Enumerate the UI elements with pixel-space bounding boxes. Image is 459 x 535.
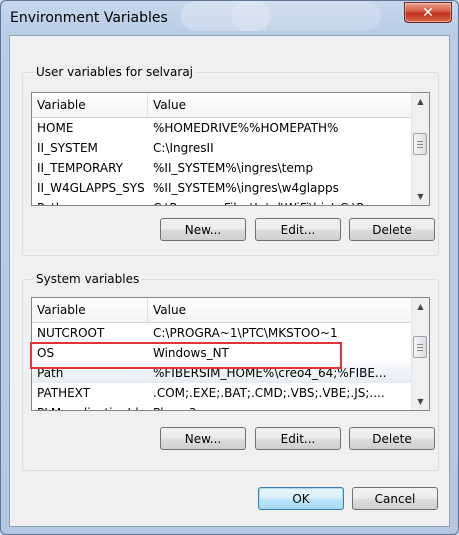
close-icon: ✕ (422, 4, 434, 21)
table-row[interactable]: NUTCROOT C:\PROGRA~1\PTC\MKSTOO~1 (32, 323, 412, 343)
system-edit-button[interactable]: Edit... (255, 427, 341, 450)
value-cell: %II_SYSTEM%\ingres\w4glapps (153, 181, 339, 195)
user-delete-button[interactable]: Delete (349, 218, 435, 241)
user-variables-label: User variables for selvaraj (33, 65, 197, 79)
title-bar[interactable]: Environment Variables ✕ (1, 1, 458, 35)
variable-cell: II_SYSTEM (37, 141, 98, 155)
value-cell: .COM;.EXE;.BAT;.CMD;.VBS;.VBE;.JS;.... (153, 386, 385, 400)
user-list-rows: HOME %HOMEDRIVE%%HOMEPATH% II_SYSTEM C:\… (32, 118, 412, 205)
value-cell: C:\IngresII (153, 141, 214, 155)
path-row-highlight (30, 342, 342, 369)
variable-cell: II_TEMPORARY (37, 161, 123, 175)
scroll-up-icon[interactable]: ▲ (412, 298, 429, 315)
variable-cell: PATHEXT (37, 386, 91, 400)
system-list-scrollbar[interactable]: ▲ ▼ (411, 298, 429, 410)
value-cell: %II_SYSTEM%\ingres\temp (153, 161, 314, 175)
scroll-down-icon[interactable]: ▼ (412, 393, 429, 410)
cancel-button[interactable]: Cancel (352, 487, 438, 510)
user-edit-button[interactable]: Edit... (255, 218, 341, 241)
user-list-header: Variable Value (32, 93, 412, 118)
system-variables-label: System variables (33, 272, 143, 286)
value-cell: C:\PROGRA~1\PTC\MKSTOO~1 (153, 326, 338, 340)
column-header-value[interactable]: Value (148, 298, 412, 322)
title-bar-reflection (231, 1, 381, 31)
table-row[interactable]: PATHEXT .COM;.EXE;.BAT;.CMD;.VBS;.VBE;.J… (32, 383, 412, 403)
scroll-down-icon[interactable]: ▼ (412, 188, 429, 205)
system-delete-button[interactable]: Delete (349, 427, 435, 450)
variable-cell: Path (32, 198, 148, 205)
table-row[interactable]: II_SYSTEM C:\IngresII (32, 138, 412, 158)
column-header-variable[interactable]: Variable (32, 93, 148, 117)
column-header-value[interactable]: Value (148, 93, 412, 117)
variable-cell: PLMapplicationId (32, 403, 148, 410)
dialog-client-area: User variables for selvaraj Variable Val… (9, 35, 450, 527)
system-list-header: Variable Value (32, 298, 412, 323)
user-list-scrollbar[interactable]: ▲ ▼ (411, 93, 429, 205)
variable-cell: NUTCROOT (37, 326, 105, 340)
system-variables-group: System variables Variable Value NUTCROOT… (22, 272, 439, 471)
table-row[interactable]: II_W4GLAPPS_SYS %II_SYSTEM%\ingres\w4gla… (32, 178, 412, 198)
value-cell: Phase3 (148, 403, 412, 410)
user-variables-group: User variables for selvaraj Variable Val… (22, 65, 439, 256)
column-header-variable[interactable]: Variable (32, 298, 148, 322)
variable-cell: II_W4GLAPPS_SYS (37, 181, 145, 195)
window-title: Environment Variables (10, 10, 168, 26)
user-variables-list[interactable]: Variable Value HOME %HOMEDRIVE%%HOMEPATH… (31, 92, 430, 206)
system-new-button[interactable]: New... (160, 427, 246, 450)
scroll-thumb[interactable] (413, 133, 427, 155)
table-row[interactable]: Path C:\Program Files\Intel\WiFi\bin\;C:… (32, 198, 412, 205)
scroll-up-icon[interactable]: ▲ (412, 93, 429, 110)
table-row[interactable]: HOME %HOMEDRIVE%%HOMEPATH% (32, 118, 412, 138)
close-button[interactable]: ✕ (404, 2, 452, 23)
value-cell: %HOMEDRIVE%%HOMEPATH% (153, 121, 339, 135)
variable-cell: HOME (37, 121, 74, 135)
table-row[interactable]: PLMapplicationId Phase3 (32, 403, 412, 410)
value-cell: C:\Program Files\Intel\WiFi\bin\;C:\P... (148, 198, 412, 205)
environment-variables-window: Environment Variables ✕ User variables f… (0, 0, 459, 535)
ok-button[interactable]: OK (258, 487, 344, 510)
user-new-button[interactable]: New... (160, 218, 246, 241)
table-row[interactable]: II_TEMPORARY %II_SYSTEM%\ingres\temp (32, 158, 412, 178)
scroll-thumb[interactable] (413, 336, 427, 358)
